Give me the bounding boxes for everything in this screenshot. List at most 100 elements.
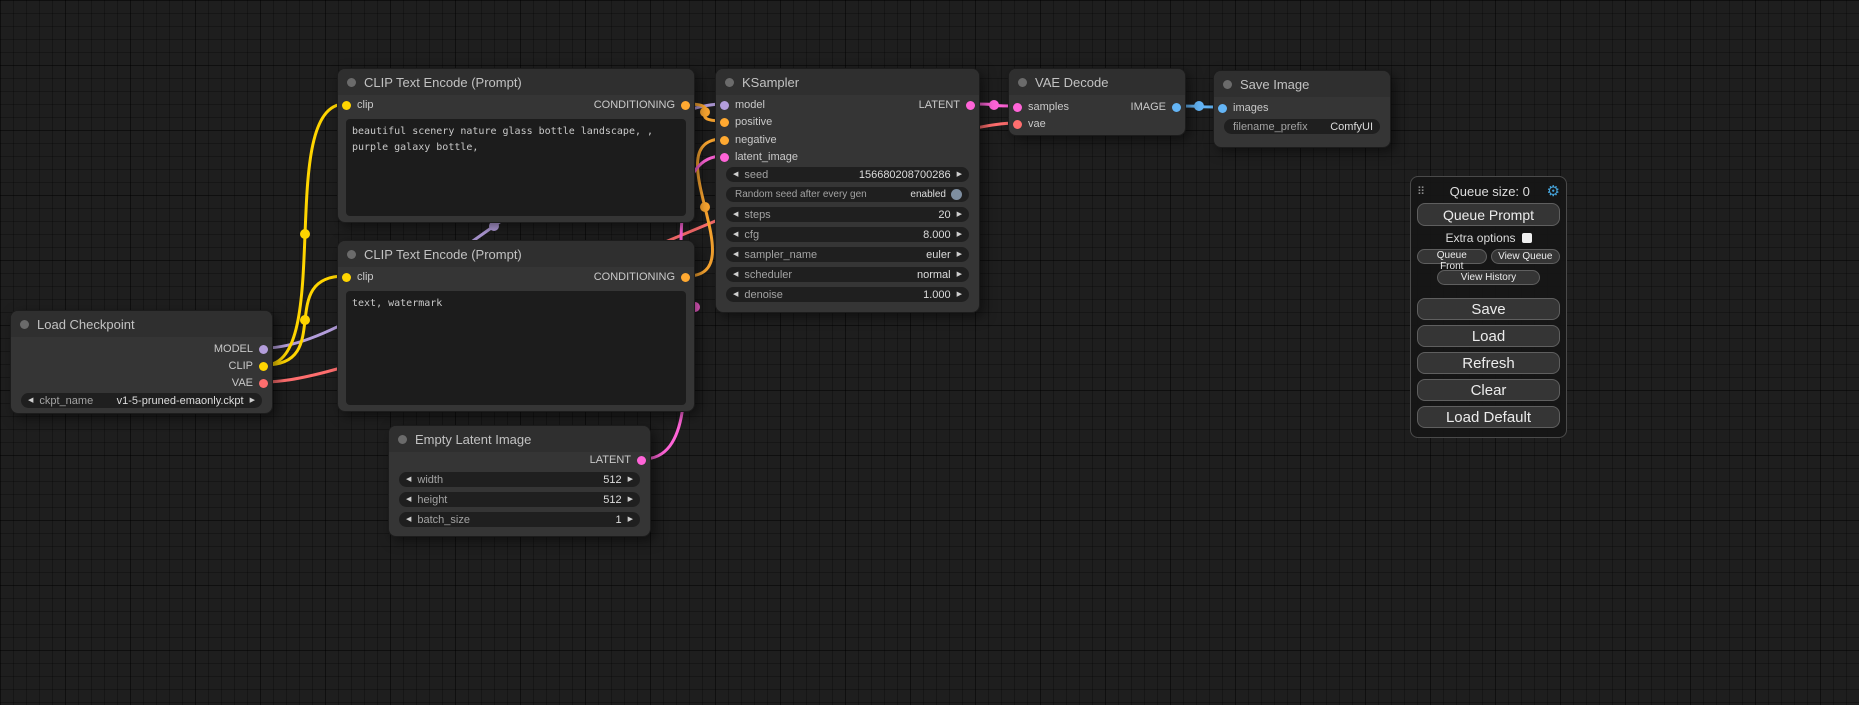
output-dot-conditioning[interactable]	[681, 101, 690, 110]
widget-ckpt-name[interactable]: ◀ ckpt_name v1-5-pruned-emaonly.ckpt ▶	[21, 393, 262, 408]
node-save-image[interactable]: Save Image images filename_prefix ComfyU…	[1213, 70, 1391, 148]
widget-right-arrow-icon[interactable]: ▶	[250, 393, 255, 408]
node-title-bar[interactable]: CLIP Text Encode (Prompt)	[338, 241, 694, 267]
collapse-dot-icon[interactable]	[20, 320, 29, 329]
widget-random-seed-toggle[interactable]: Random seed after every gen enabled	[726, 187, 969, 202]
node-clip-text-encode-positive[interactable]: CLIP Text Encode (Prompt) clip CONDITION…	[337, 68, 695, 223]
widget-right-arrow-icon[interactable]: ▶	[628, 512, 633, 527]
widget-scheduler[interactable]: ◀ scheduler normal ▶	[726, 267, 969, 282]
view-history-row: View History	[1417, 267, 1560, 285]
slot-label: LATENT	[590, 454, 631, 466]
widget-height[interactable]: ◀ height 512 ▶	[399, 492, 640, 507]
widget-width[interactable]: ◀ width 512 ▶	[399, 472, 640, 487]
output-dot-latent[interactable]	[637, 456, 646, 465]
widget-cfg[interactable]: ◀ cfg 8.000 ▶	[726, 227, 969, 242]
widget-steps[interactable]: ◀ steps 20 ▶	[726, 207, 969, 222]
drag-handle-icon[interactable]: ⠿	[1417, 185, 1433, 198]
widget-seed[interactable]: ◀ seed 156680208700286 ▶	[726, 167, 969, 182]
node-empty-latent-image[interactable]: Empty Latent Image LATENT ◀ width 512 ▶ …	[388, 425, 651, 537]
output-dot-latent[interactable]	[966, 101, 975, 110]
node-title-bar[interactable]: KSampler	[716, 69, 979, 95]
queue-size-label: Queue size: 0	[1433, 184, 1547, 199]
collapse-dot-icon[interactable]	[398, 435, 407, 444]
load-default-button[interactable]: Load Default	[1417, 406, 1560, 428]
slot-label: images	[1233, 102, 1268, 114]
view-queue-button[interactable]: View Queue	[1491, 249, 1561, 264]
output-dot-model[interactable]	[259, 345, 268, 354]
widget-left-arrow-icon[interactable]: ◀	[733, 227, 738, 242]
widget-right-arrow-icon[interactable]: ▶	[957, 267, 962, 282]
collapse-dot-icon[interactable]	[347, 78, 356, 87]
output-slot-latent: LATENT	[389, 452, 650, 468]
output-slot-image: IMAGE	[1009, 99, 1185, 115]
slot-label: MODEL	[214, 343, 253, 355]
widget-left-arrow-icon[interactable]: ◀	[733, 267, 738, 282]
clear-button[interactable]: Clear	[1417, 379, 1560, 401]
node-title-bar[interactable]: Load Checkpoint	[11, 311, 272, 337]
collapse-dot-icon[interactable]	[1018, 78, 1027, 87]
node-title-bar[interactable]: VAE Decode	[1009, 69, 1185, 95]
widget-name: denoise	[744, 289, 783, 301]
widget-left-arrow-icon[interactable]: ◀	[733, 287, 738, 302]
output-slot-vae: VAE	[11, 375, 272, 391]
node-title-bar[interactable]: Save Image	[1214, 71, 1390, 97]
node-title-bar[interactable]: Empty Latent Image	[389, 426, 650, 452]
input-dot-vae[interactable]	[1013, 120, 1022, 129]
load-button[interactable]: Load	[1417, 325, 1560, 347]
wire-midpoint-dot[interactable]	[700, 202, 710, 212]
negative-prompt-textarea[interactable]: text, watermark	[346, 291, 686, 405]
widget-right-arrow-icon[interactable]: ▶	[957, 167, 962, 182]
slot-label: CONDITIONING	[594, 271, 675, 283]
output-dot-conditioning[interactable]	[681, 273, 690, 282]
refresh-button[interactable]: Refresh	[1417, 352, 1560, 374]
widget-left-arrow-icon[interactable]: ◀	[406, 472, 411, 487]
widget-right-arrow-icon[interactable]: ▶	[957, 227, 962, 242]
widget-batch-size[interactable]: ◀ batch_size 1 ▶	[399, 512, 640, 527]
view-history-button[interactable]: View History	[1437, 270, 1540, 285]
collapse-dot-icon[interactable]	[725, 78, 734, 87]
widget-left-arrow-icon[interactable]: ◀	[733, 167, 738, 182]
widget-left-arrow-icon[interactable]: ◀	[733, 247, 738, 262]
widget-denoise[interactable]: ◀ denoise 1.000 ▶	[726, 287, 969, 302]
node-title-bar[interactable]: CLIP Text Encode (Prompt)	[338, 69, 694, 95]
widget-left-arrow-icon[interactable]: ◀	[406, 512, 411, 527]
node-canvas[interactable]: Load Checkpoint MODEL CLIP VAE ◀ ckpt_na…	[0, 0, 1859, 705]
save-button[interactable]: Save	[1417, 298, 1560, 320]
wire-midpoint-dot[interactable]	[700, 107, 710, 117]
widget-right-arrow-icon[interactable]: ▶	[957, 247, 962, 262]
output-dot-clip[interactable]	[259, 362, 268, 371]
node-load-checkpoint[interactable]: Load Checkpoint MODEL CLIP VAE ◀ ckpt_na…	[10, 310, 273, 414]
input-dot-positive[interactable]	[720, 118, 729, 127]
widget-left-arrow-icon[interactable]: ◀	[28, 393, 33, 408]
wire-midpoint-dot[interactable]	[989, 100, 999, 110]
widget-right-arrow-icon[interactable]: ▶	[957, 207, 962, 222]
node-title: KSampler	[742, 75, 799, 90]
widget-right-arrow-icon[interactable]: ▶	[957, 287, 962, 302]
queue-front-button[interactable]: Queue Front	[1417, 249, 1487, 264]
output-dot-image[interactable]	[1172, 103, 1181, 112]
collapse-dot-icon[interactable]	[347, 250, 356, 259]
widget-sampler-name[interactable]: ◀ sampler_name euler ▶	[726, 247, 969, 262]
output-dot-vae[interactable]	[259, 379, 268, 388]
toggle-knob-icon[interactable]	[951, 189, 962, 200]
widget-filename-prefix[interactable]: filename_prefix ComfyUI	[1224, 119, 1380, 134]
node-ksampler[interactable]: KSampler model LATENT positive negative …	[715, 68, 980, 313]
input-dot-negative[interactable]	[720, 136, 729, 145]
node-clip-text-encode-negative[interactable]: CLIP Text Encode (Prompt) clip CONDITION…	[337, 240, 695, 412]
node-title: Save Image	[1240, 77, 1309, 92]
widget-right-arrow-icon[interactable]: ▶	[628, 472, 633, 487]
widget-left-arrow-icon[interactable]: ◀	[733, 207, 738, 222]
wire-midpoint-dot[interactable]	[300, 315, 310, 325]
positive-prompt-textarea[interactable]: beautiful scenery nature glass bottle la…	[346, 119, 686, 216]
input-dot-images[interactable]	[1218, 104, 1227, 113]
extra-options-checkbox[interactable]	[1522, 233, 1532, 243]
wire-midpoint-dot[interactable]	[300, 229, 310, 239]
settings-gear-icon[interactable]: ⚙	[1547, 182, 1560, 200]
queue-prompt-button[interactable]: Queue Prompt	[1417, 203, 1560, 226]
wire-midpoint-dot[interactable]	[1194, 101, 1204, 111]
node-vae-decode[interactable]: VAE Decode samples IMAGE vae	[1008, 68, 1186, 136]
widget-right-arrow-icon[interactable]: ▶	[628, 492, 633, 507]
collapse-dot-icon[interactable]	[1223, 80, 1232, 89]
input-dot-latent-image[interactable]	[720, 153, 729, 162]
widget-left-arrow-icon[interactable]: ◀	[406, 492, 411, 507]
